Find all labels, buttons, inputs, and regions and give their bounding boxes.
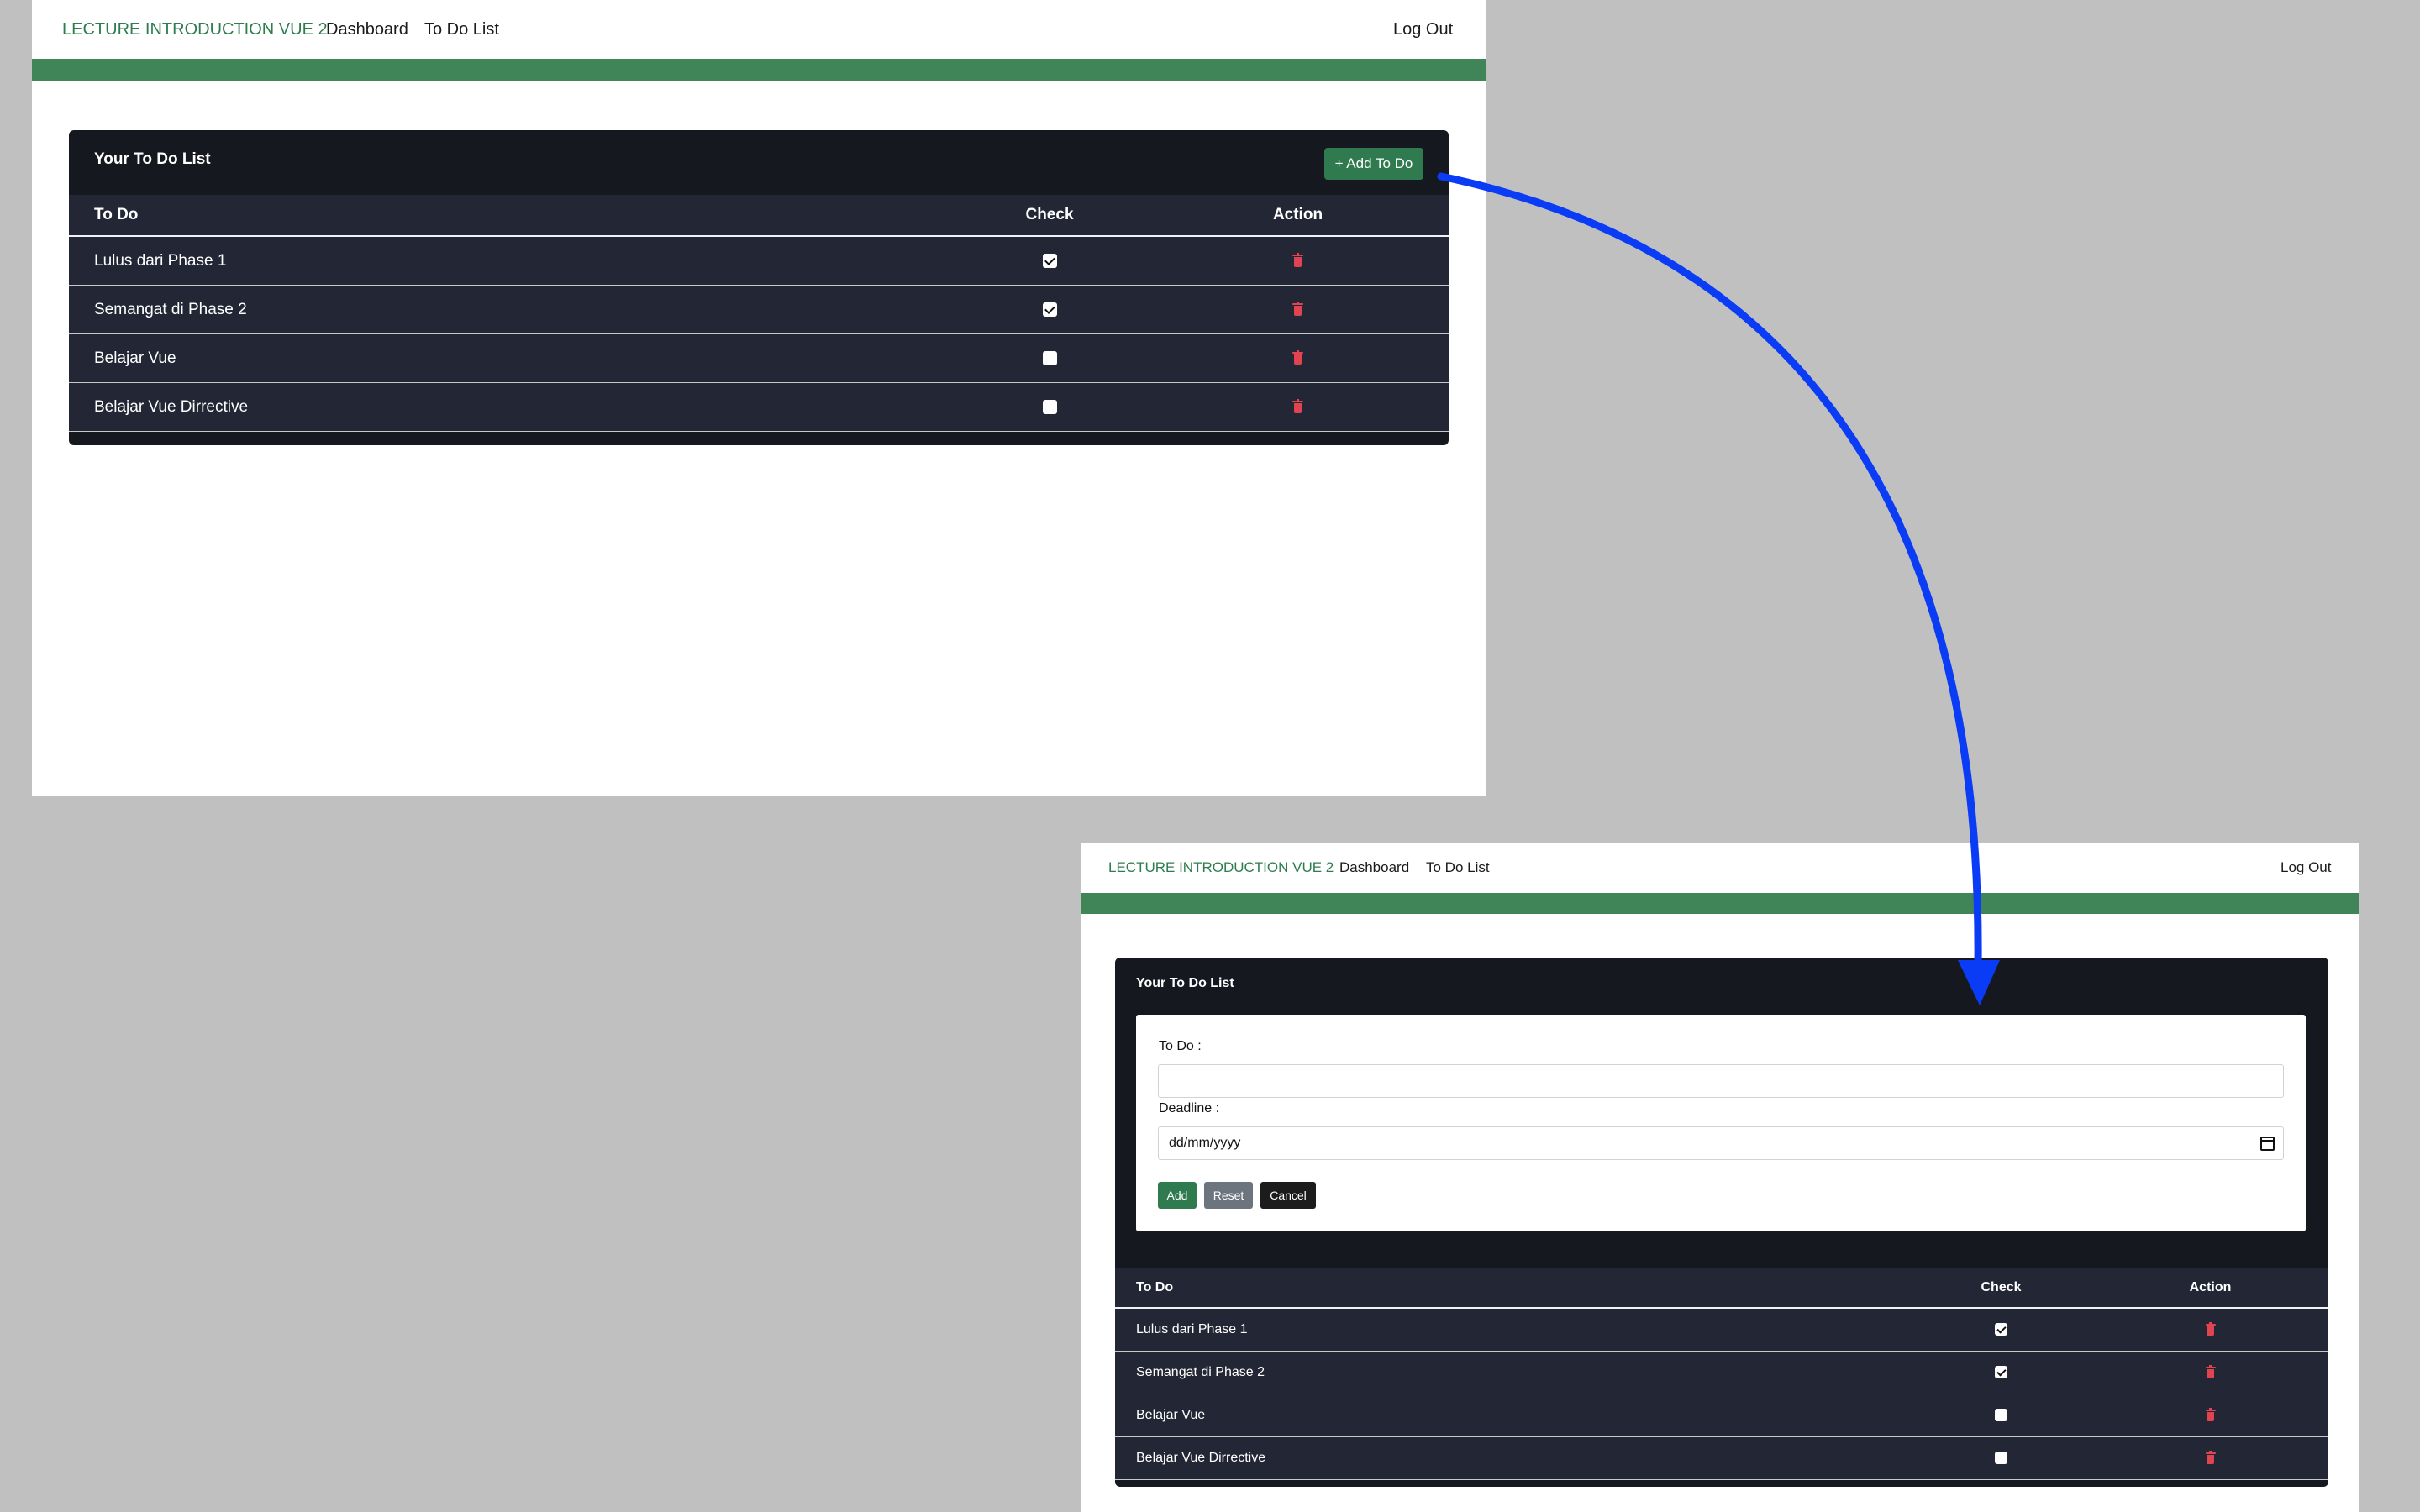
transition-arrow [1437, 172, 2000, 1005]
arrow-curve [1437, 172, 1982, 970]
arrow-head [1958, 960, 2000, 1005]
